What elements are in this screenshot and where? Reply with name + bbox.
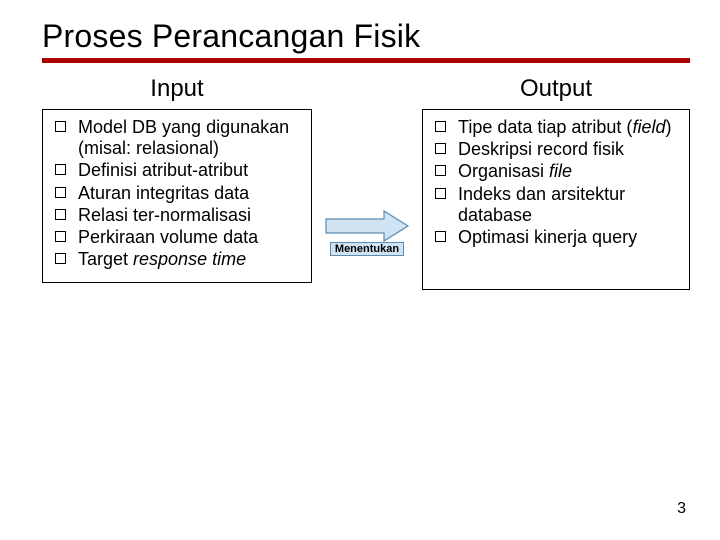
output-heading: Output — [422, 75, 690, 103]
list-item-text: Organisasi file — [458, 161, 679, 182]
arrow-icon — [324, 209, 410, 243]
square-bullet-icon — [55, 187, 66, 198]
square-bullet-icon — [55, 164, 66, 175]
square-bullet-icon — [55, 209, 66, 220]
input-box: Model DB yang digunakan (misal: relasion… — [42, 109, 312, 283]
list-item-text: Definisi atribut-atribut — [78, 160, 301, 181]
list-item-text: Relasi ter-normalisasi — [78, 205, 301, 226]
page-title: Proses Perancangan Fisik — [42, 18, 690, 55]
list-item: Aturan integritas data — [53, 183, 301, 204]
input-column: Input Model DB yang digunakan (misal: re… — [42, 69, 312, 283]
list-item-text: Deskripsi record fisik — [458, 139, 679, 160]
list-item-text: Tipe data tiap atribut (field) — [458, 117, 679, 138]
list-item: Definisi atribut-atribut — [53, 160, 301, 181]
list-item-text: Model DB yang digunakan (misal: relasion… — [78, 117, 301, 159]
list-item: Relasi ter-normalisasi — [53, 205, 301, 226]
square-bullet-icon — [435, 165, 446, 176]
arrow-label: Menentukan — [330, 242, 404, 256]
list-item-text: Indeks dan arsitektur database — [458, 184, 679, 226]
output-column: Output Tipe data tiap atribut (field)Des… — [422, 69, 690, 290]
input-list: Model DB yang digunakan (misal: relasion… — [53, 117, 301, 271]
output-box: Tipe data tiap atribut (field)Deskripsi … — [422, 109, 690, 290]
list-item-text: Perkiraan volume data — [78, 227, 301, 248]
square-bullet-icon — [55, 121, 66, 132]
title-block: Proses Perancangan Fisik — [42, 18, 690, 63]
square-bullet-icon — [435, 188, 446, 199]
list-item: Model DB yang digunakan (misal: relasion… — [53, 117, 301, 159]
square-bullet-icon — [435, 143, 446, 154]
slide: Proses Perancangan Fisik Input Model DB … — [0, 0, 720, 540]
connector-column: Menentukan — [317, 69, 417, 256]
page-number: 3 — [677, 500, 686, 518]
list-item-text: Target response time — [78, 249, 301, 270]
list-item: Organisasi file — [433, 161, 679, 182]
list-item: Perkiraan volume data — [53, 227, 301, 248]
title-rule — [42, 58, 690, 63]
arrow: Menentukan — [324, 209, 410, 256]
input-heading: Input — [42, 75, 312, 103]
output-list: Tipe data tiap atribut (field)Deskripsi … — [433, 117, 679, 248]
square-bullet-icon — [435, 121, 446, 132]
square-bullet-icon — [55, 253, 66, 264]
list-item-text: Aturan integritas data — [78, 183, 301, 204]
columns: Input Model DB yang digunakan (misal: re… — [42, 69, 690, 290]
list-item-text: Optimasi kinerja query — [458, 227, 679, 248]
list-item: Optimasi kinerja query — [433, 227, 679, 248]
list-item: Indeks dan arsitektur database — [433, 184, 679, 226]
list-item: Target response time — [53, 249, 301, 270]
list-item: Tipe data tiap atribut (field) — [433, 117, 679, 138]
square-bullet-icon — [435, 231, 446, 242]
square-bullet-icon — [55, 231, 66, 242]
list-item: Deskripsi record fisik — [433, 139, 679, 160]
